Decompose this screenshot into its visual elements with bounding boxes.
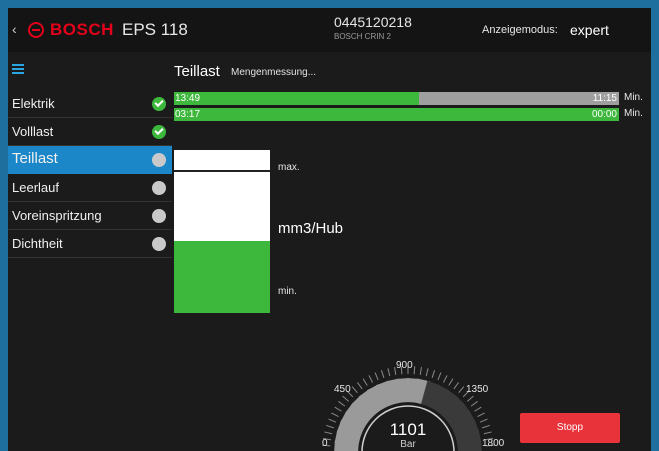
total-timer-elapsed: 03:17 [175, 109, 201, 120]
display-mode-label: Anzeigemodus: [482, 24, 558, 36]
total-timer-bar: 03:17 00:00 [174, 108, 619, 121]
brand-name: BOSCH [50, 20, 114, 39]
pressure-dial-tick [453, 382, 459, 390]
sidebar-item-label: Leerlauf [12, 180, 59, 195]
pressure-dial-tick [442, 375, 448, 383]
part-number: 0445120218 [334, 14, 412, 30]
sidebar-item-volllast[interactable]: Volllast [8, 118, 172, 146]
part-subtitle: BOSCH CRIN 2 [334, 32, 391, 41]
pressure-tick-label: 900 [396, 360, 413, 371]
pending-status-icon [152, 209, 166, 223]
pressure-dial-tick [419, 366, 422, 376]
sidebar-item-elektrik[interactable]: Elektrik [8, 90, 172, 118]
quantity-level-fill [174, 241, 270, 313]
display-mode-value[interactable]: expert [570, 22, 609, 38]
pressure-dial-tick [338, 401, 346, 407]
pressure-dial-tick [326, 424, 334, 429]
pressure-dial-tick [351, 386, 358, 394]
check-icon [152, 125, 166, 139]
bosch-logo-icon [28, 22, 44, 38]
product-name: EPS 118 [122, 20, 188, 39]
sidebar-item-dichtheit[interactable]: Dichtheit [8, 230, 172, 258]
menu-icon[interactable] [12, 64, 24, 75]
pending-status-icon [152, 153, 166, 167]
sidebar-item-label: Voreinspritzung [12, 208, 102, 223]
header-bar: ‹ BOSCH EPS 118 0445120218 BOSCH CRIN 2 … [8, 8, 651, 52]
step-timer-fill [174, 92, 419, 105]
pressure-dial-tick [479, 418, 488, 423]
app-window: ‹ BOSCH EPS 118 0445120218 BOSCH CRIN 2 … [8, 8, 651, 451]
pressure-dial-tick [328, 418, 337, 423]
pressure-tick-label: 1800 [482, 438, 505, 449]
pressure-tick-label: 1350 [466, 384, 489, 395]
sidebar-item-label: Teillast [12, 150, 58, 167]
pressure-dial-tick [466, 395, 474, 402]
sidebar-item-label: Dichtheit [12, 236, 63, 251]
pressure-dial-tick [387, 368, 391, 377]
pressure-dial-tick [470, 401, 478, 407]
total-timer-fill [174, 108, 619, 121]
pressure-dial-tick [374, 372, 379, 381]
pressure-dial-tick [342, 395, 350, 402]
pressure-dial-tick [368, 375, 374, 383]
page-subtitle: Mengenmessung... [231, 67, 317, 78]
sidebar-item-label: Volllast [12, 124, 54, 139]
pressure-dial: 0 450 900 1350 1800 1101 Bar [308, 346, 508, 451]
step-timer-elapsed: 13:49 [175, 93, 201, 104]
pressure-tick-label: 0 [322, 438, 328, 449]
pressure-dial-tick [425, 368, 429, 377]
stop-button[interactable]: Stopp [520, 413, 620, 443]
pressure-dial-tick [448, 378, 454, 386]
pressure-value: 1101 [389, 420, 427, 439]
pressure-dial-tick [331, 412, 339, 418]
pending-status-icon [152, 181, 166, 195]
sidebar-item-label: Elektrik [12, 96, 55, 111]
total-timer-unit: Min. [624, 108, 643, 119]
pressure-dial-tick [483, 431, 492, 435]
pressure-dial-tick [362, 378, 368, 386]
pressure-unit: Bar [400, 439, 416, 450]
pressure-dial-tick [380, 370, 385, 378]
pressure-dial-tick [482, 424, 490, 429]
chevron-left-icon[interactable]: ‹ [12, 21, 17, 37]
pressure-dial-tick [413, 366, 416, 375]
sidebar-item-teillast[interactable]: Teillast [8, 146, 172, 174]
test-step-sidebar: Elektrik Volllast Teillast Leerlauf Vore… [8, 90, 172, 258]
pressure-dial-tick [357, 382, 363, 390]
page-title: Teillast [174, 63, 220, 80]
step-timer-unit: Min. [624, 92, 643, 103]
quantity-unit-label: mm3/Hub [278, 220, 344, 237]
quantity-min-label: min. [278, 286, 297, 297]
step-timer-bar: 13:49 11:15 [174, 92, 619, 105]
pressure-dial-tick [334, 406, 342, 412]
quantity-max-label: max. [278, 162, 300, 173]
pressure-tick-label: 450 [334, 384, 351, 395]
pressure-dial-tick [431, 370, 436, 378]
pending-status-icon [152, 237, 166, 251]
step-timer-total: 11:15 [592, 93, 617, 104]
quantity-max-band [174, 150, 270, 172]
check-icon [152, 97, 166, 111]
total-timer-total: 00:00 [591, 109, 617, 120]
sidebar-item-leerlauf[interactable]: Leerlauf [8, 174, 172, 202]
pressure-dial-tick [458, 386, 465, 394]
pressure-dial-tick [474, 406, 482, 412]
pressure-dial-tick [437, 372, 442, 381]
sidebar-item-voreinspritzung[interactable]: Voreinspritzung [8, 202, 172, 230]
pressure-dial-tick [324, 431, 333, 435]
pressure-dial-tick [477, 412, 485, 418]
